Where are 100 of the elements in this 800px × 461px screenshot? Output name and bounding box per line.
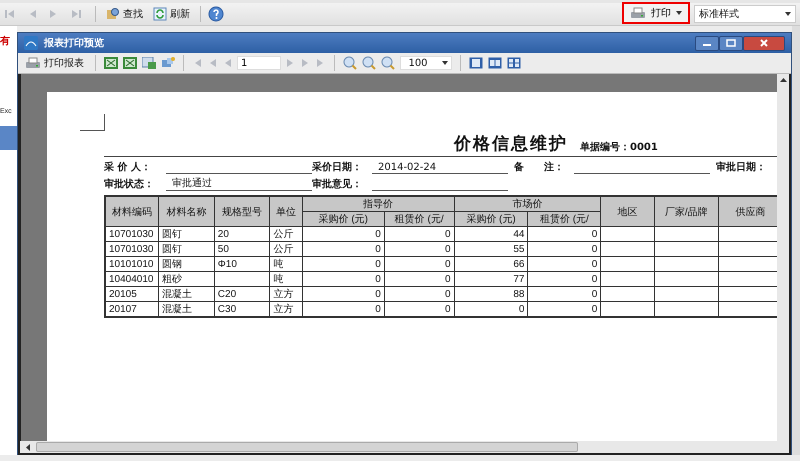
- table-cell: 0: [375, 288, 381, 300]
- table-cell: 10101010: [109, 258, 154, 270]
- table-cell: 10701030: [109, 228, 154, 240]
- column-header: 指导价: [302, 196, 454, 212]
- table-cell: 0: [592, 274, 598, 284]
- find-button[interactable]: 查找: [103, 6, 146, 22]
- corner-mark: [80, 114, 105, 131]
- table-cell: 立方: [273, 289, 294, 300]
- table-cell: 0: [592, 288, 598, 300]
- close-button[interactable]: [743, 36, 785, 50]
- column-header: 供应商: [718, 196, 777, 226]
- field-label: 审批意见：: [312, 177, 363, 191]
- column-header: 采购价 (元): [454, 212, 528, 226]
- table-cell: 公斤: [273, 244, 294, 255]
- table-cell: 0: [445, 258, 451, 270]
- table-cell: C20: [218, 288, 236, 300]
- field-label: 审批日期：: [715, 160, 766, 174]
- column-header: 规格型号: [214, 196, 270, 226]
- table-cell: 10404010: [109, 274, 154, 284]
- selected-row-strip: [0, 126, 17, 150]
- column-header: 厂家/品牌: [654, 196, 718, 226]
- refresh-button[interactable]: 刷新: [150, 6, 193, 22]
- table-cell: 立方: [273, 304, 294, 315]
- table-cell: 圆钢: [162, 259, 182, 270]
- table-cell: 0: [518, 304, 524, 314]
- table-cell: 0: [592, 244, 598, 254]
- multi-page-icon[interactable]: [507, 57, 521, 69]
- table-cell: 55: [513, 244, 524, 254]
- table-cell: 0: [445, 228, 451, 240]
- printer-icon: [630, 6, 646, 20]
- page-number-field[interactable]: 1: [237, 56, 281, 70]
- table-cell: 圆钉: [162, 229, 182, 240]
- column-header: 采购价 (元): [302, 212, 384, 226]
- field-label: 采 价 人：: [104, 160, 152, 174]
- table-cell: 公斤: [273, 229, 294, 240]
- table-cell: 0: [375, 258, 381, 270]
- table-cell: 0: [375, 228, 381, 240]
- table-cell: 0: [445, 244, 451, 254]
- magnifier-icon[interactable]: [362, 56, 376, 70]
- report-title: 价格信息维护: [454, 133, 568, 155]
- column-header: 租赁价 (元/: [528, 212, 601, 226]
- two-page-icon[interactable]: [488, 57, 502, 69]
- table-cell: 0: [445, 304, 451, 314]
- table-cell: 混凝土: [162, 289, 192, 300]
- table-cell: 10701030: [109, 244, 154, 254]
- field-label: 备 注：: [513, 160, 565, 174]
- printer-icon: [25, 56, 41, 70]
- table-cell: 20105: [109, 288, 137, 300]
- vertical-scrollbar[interactable]: [777, 74, 789, 441]
- spreadsheet-icon[interactable]: [123, 57, 137, 69]
- table-cell: 0: [592, 304, 598, 314]
- maximize-button[interactable]: [719, 36, 743, 50]
- table-cell: 混凝土: [162, 304, 192, 315]
- close-icon: [759, 39, 769, 47]
- table-cell: 0: [375, 274, 381, 284]
- refresh-icon: [153, 7, 167, 21]
- nav-arrow-icon[interactable]: [70, 9, 82, 19]
- horizontal-scrollbar[interactable]: [18, 441, 791, 455]
- nav-arrow-icon[interactable]: [4, 9, 16, 19]
- minimize-button[interactable]: [695, 36, 719, 50]
- column-header: 租赁价 (元/: [384, 212, 454, 226]
- spreadsheet-icon[interactable]: [104, 57, 118, 69]
- table-cell: 88: [513, 288, 524, 300]
- table-cell: 0: [375, 304, 381, 314]
- magnifier-icon[interactable]: [343, 56, 357, 70]
- table-cell: Φ10: [218, 258, 237, 270]
- maximize-icon: [726, 39, 736, 47]
- zoom-select[interactable]: 100: [400, 56, 452, 70]
- field-value: 审批通过: [172, 176, 212, 190]
- single-page-icon[interactable]: [469, 57, 483, 69]
- window-title: 报表打印预览: [44, 36, 104, 50]
- table-cell: 圆钉: [162, 244, 182, 255]
- table-cell: 0: [592, 258, 598, 270]
- print-button[interactable]: 打印: [622, 2, 690, 24]
- table-cell: 77: [513, 274, 524, 284]
- document-number: 单据编号：0001: [580, 140, 658, 155]
- help-icon[interactable]: [208, 6, 224, 22]
- table-cell: 0: [375, 244, 381, 254]
- scroll-up-icon[interactable]: [780, 78, 786, 82]
- export-icon[interactable]: [142, 57, 156, 69]
- print-report-button[interactable]: 打印报表: [22, 55, 87, 71]
- app-icon: [24, 36, 38, 50]
- style-select[interactable]: 标准样式: [694, 5, 796, 23]
- table-cell: 20: [218, 228, 229, 240]
- table-cell: 粗砂: [162, 274, 182, 285]
- table-cell: C30: [218, 304, 236, 314]
- magnifier-icon[interactable]: [381, 56, 395, 70]
- table-cell: 20107: [109, 304, 137, 314]
- column-header: 单位: [270, 196, 302, 226]
- caret-icon: [676, 11, 682, 15]
- column-header: 材料编码: [105, 196, 159, 226]
- table-cell: 吨: [273, 259, 284, 270]
- column-header: 地区: [600, 196, 654, 226]
- background-text: 有: [0, 34, 11, 48]
- table-cell: 0: [445, 288, 451, 300]
- table-cell: 66: [513, 258, 524, 270]
- caret-icon: [442, 61, 448, 65]
- column-header: 材料名称: [158, 196, 214, 226]
- scroll-left-icon[interactable]: [26, 444, 30, 450]
- field-label: 采价日期：: [312, 160, 363, 174]
